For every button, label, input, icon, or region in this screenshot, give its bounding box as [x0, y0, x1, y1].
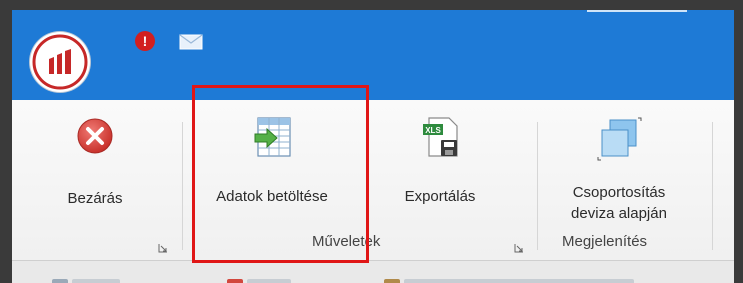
secondary-toolbar-item[interactable] [52, 275, 121, 283]
app-window: ! Bezárás Adatok betöltése XLS Exportálá… [12, 10, 734, 283]
highlight-frame [192, 85, 369, 263]
group-windows-icon [597, 117, 642, 161]
secondary-toolbar-item[interactable] [227, 275, 292, 283]
dialog-launcher-icon[interactable] [514, 240, 524, 253]
group-label-view: Megjelenítés [562, 233, 648, 250]
title-bar: ! [12, 10, 734, 100]
app-logo[interactable] [30, 32, 90, 92]
group-by-currency-button[interactable]: Csoportosítás deviza alapján [544, 114, 694, 224]
alert-icon[interactable]: ! [135, 31, 155, 51]
mail-icon[interactable] [179, 34, 203, 50]
secondary-toolbar [12, 260, 734, 283]
xls-save-icon: XLS [423, 117, 458, 157]
ribbon-separator [537, 122, 538, 250]
ribbon-separator [712, 122, 713, 250]
ribbon-separator [182, 122, 183, 250]
app-logo-icon [32, 34, 88, 90]
close-button-label: Bezárás [67, 190, 123, 207]
secondary-toolbar-item[interactable] [384, 275, 635, 283]
title-bar-accent [587, 10, 687, 12]
close-circle-icon [77, 118, 113, 154]
group-by-currency-label: Csoportosítás deviza alapján [571, 184, 667, 222]
export-button[interactable]: XLS Exportálás [390, 114, 490, 207]
dialog-launcher-icon[interactable] [158, 240, 168, 253]
svg-text:XLS: XLS [425, 126, 441, 135]
export-button-label: Exportálás [404, 188, 476, 205]
close-button[interactable]: Bezárás [50, 116, 140, 209]
